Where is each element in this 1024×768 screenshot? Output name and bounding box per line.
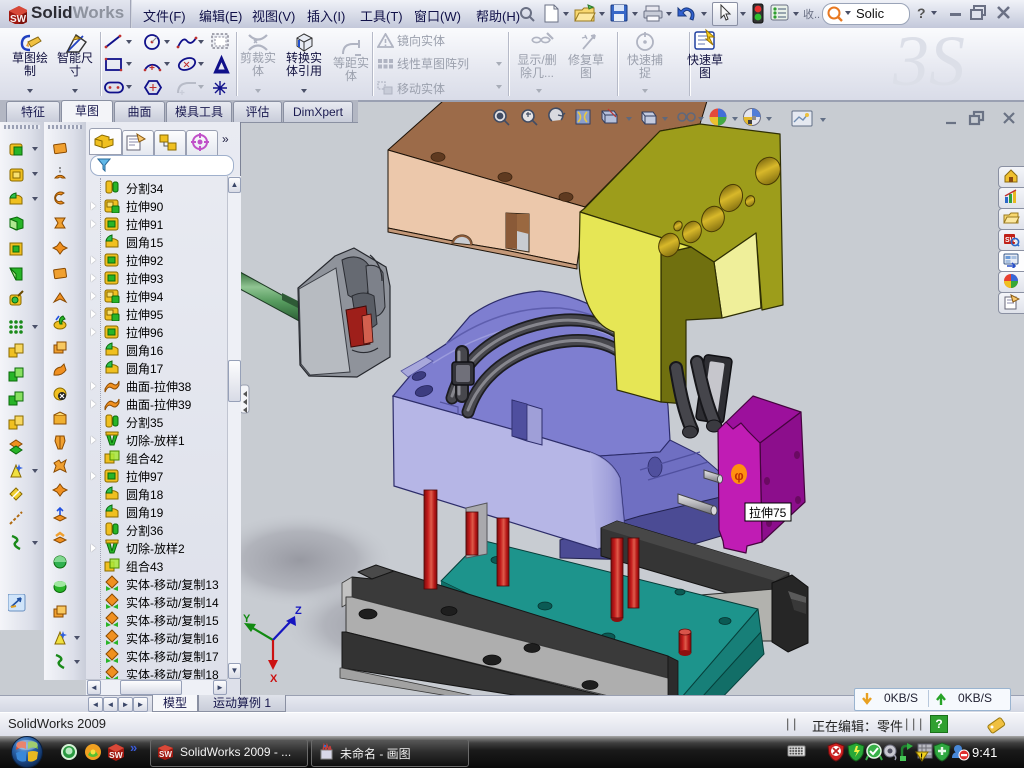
svg-text:!: ! xyxy=(920,753,923,762)
svg-text:SW: SW xyxy=(10,14,27,24)
svg-text:Z: Z xyxy=(295,605,302,617)
svg-text:Y: Y xyxy=(243,613,251,625)
svg-text:SW: SW xyxy=(159,750,172,759)
svg-text:X: X xyxy=(270,673,278,685)
svg-text:φ: φ xyxy=(734,468,743,483)
svg-text:SW: SW xyxy=(109,750,124,760)
svg-text:拉伸75: 拉伸75 xyxy=(749,505,787,520)
